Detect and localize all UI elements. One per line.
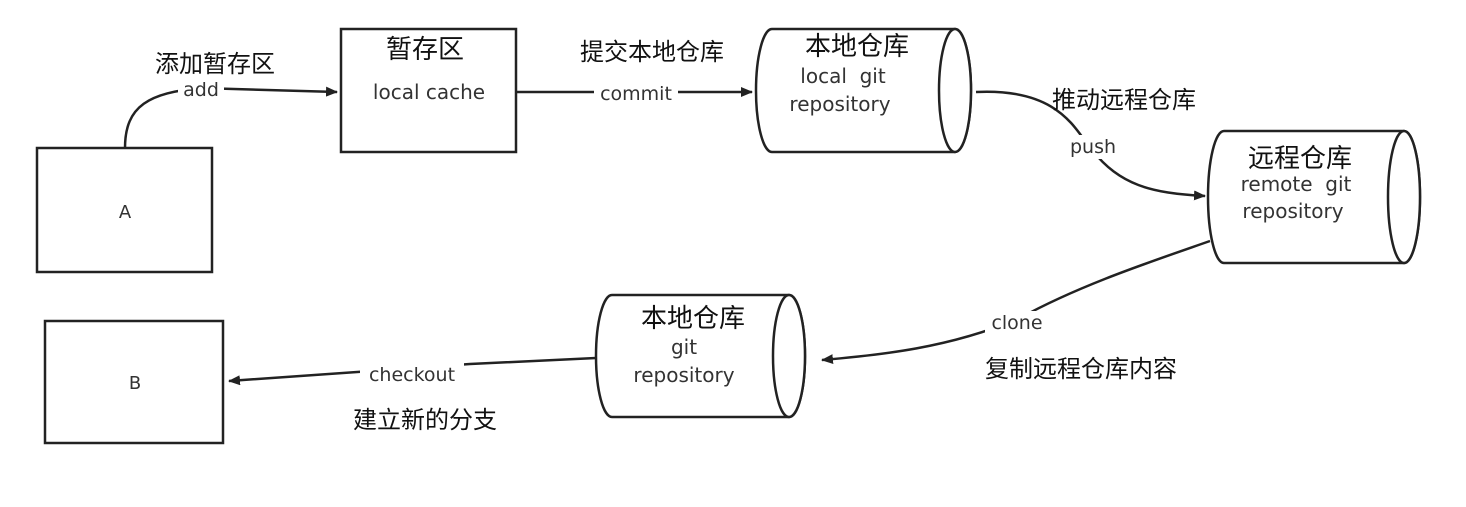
edge-checkout-label: checkout: [369, 364, 455, 386]
edge-add-caption: 添加暂存区: [155, 50, 275, 78]
node-remote-repository: 远程仓库 remote git repository: [1206, 129, 1422, 265]
edge-add: add 添加暂存区: [123, 50, 338, 149]
node-local-repository: 本地仓库 local git repository: [754, 27, 973, 154]
staging-area-title: 暂存区: [386, 35, 464, 65]
node-cloned-local-repository: 本地仓库 git repository: [594, 293, 807, 419]
staging-area-subtitle: local cache: [373, 80, 485, 104]
node-a: A: [35, 146, 214, 274]
edge-push: push 推动远程仓库: [975, 86, 1206, 201]
remote-repository-line1: remote git: [1241, 172, 1352, 196]
node-a-label: A: [119, 202, 132, 223]
node-b: B: [43, 319, 225, 445]
edge-clone: clone 复制远程仓库内容: [821, 239, 1211, 383]
cloned-repository-title: 本地仓库: [641, 304, 745, 334]
local-repository-line1: local git: [800, 64, 886, 88]
edge-commit-label: commit: [600, 83, 672, 105]
node-b-label: B: [129, 373, 141, 394]
edge-push-caption: 推动远程仓库: [1052, 86, 1196, 114]
edge-add-label: add: [183, 79, 219, 101]
edge-checkout: checkout 建立新的分支: [228, 356, 597, 434]
git-workflow-diagram: A B 暂存区 local cache 本地仓库 local git repos…: [35, 27, 1422, 445]
edge-commit-caption: 提交本地仓库: [580, 38, 724, 66]
cloned-repository-line2: repository: [633, 363, 734, 387]
local-repository-line2: repository: [789, 92, 890, 116]
edge-clone-caption: 复制远程仓库内容: [985, 355, 1177, 383]
remote-repository-line2: repository: [1242, 199, 1343, 223]
edge-push-label: push: [1070, 136, 1116, 158]
remote-repository-title: 远程仓库: [1248, 144, 1352, 174]
node-staging-area: 暂存区 local cache: [339, 27, 518, 154]
edge-checkout-caption: 建立新的分支: [353, 406, 497, 434]
cloned-repository-line1: git: [671, 335, 697, 359]
edge-commit: commit 提交本地仓库: [516, 38, 753, 105]
local-repository-title: 本地仓库: [805, 32, 909, 62]
edge-clone-label: clone: [991, 312, 1042, 334]
